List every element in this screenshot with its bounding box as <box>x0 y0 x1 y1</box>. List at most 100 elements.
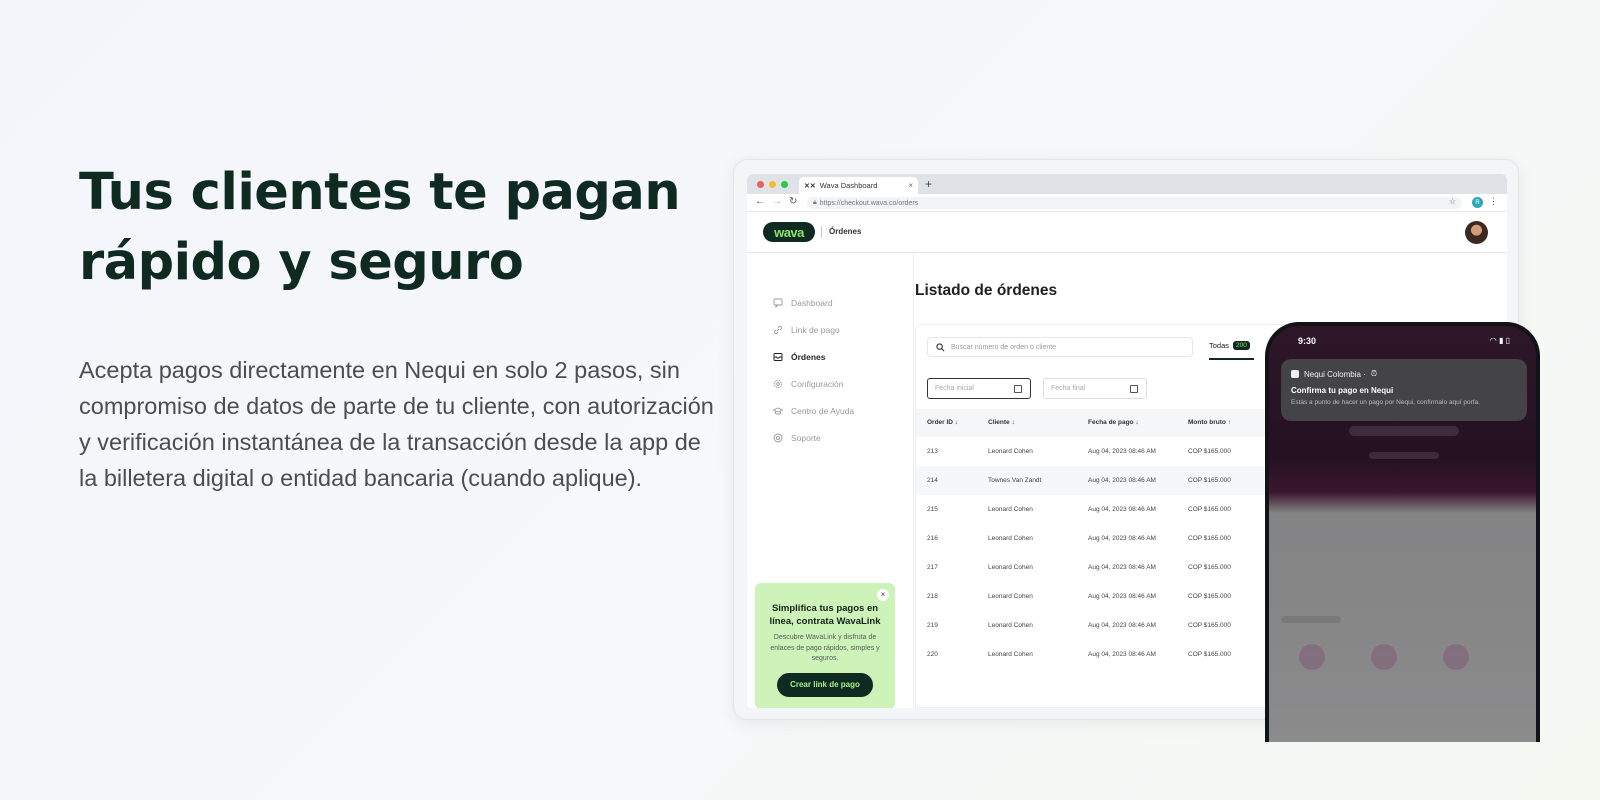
status-bar-icons: ◠ ▮ ▯ <box>1490 336 1510 345</box>
wava-favicon-icon: ✕✕ <box>804 182 816 190</box>
bookmark-star-icon[interactable]: ☆ <box>1449 197 1456 206</box>
amount-cell: COP $165.000 <box>1188 535 1231 542</box>
payment-date-cell: Aug 04, 2023 08:46 AM <box>1088 651 1156 658</box>
link-icon <box>774 325 782 335</box>
amount-cell: COP $165.000 <box>1188 477 1231 484</box>
start-date-placeholder: Fecha inicial <box>935 385 974 392</box>
client-cell: Leonard Cohen <box>988 593 1033 600</box>
back-arrow-icon[interactable]: ← <box>755 196 765 207</box>
new-tab-icon[interactable]: + <box>925 177 932 191</box>
hero-description: Acepta pagos directamente en Nequi en so… <box>79 357 714 491</box>
active-tab-indicator <box>1209 358 1254 360</box>
order-id-cell: 213 <box>927 448 938 455</box>
search-placeholder: Buscar número de orden o cliente <box>951 343 1057 351</box>
browser-tab[interactable]: ✕✕ Wava Dashboard × <box>799 177 918 194</box>
column-header-order-id[interactable]: Order ID ↓ <box>927 419 958 426</box>
end-date-field[interactable]: Fecha final <box>1043 378 1147 399</box>
phone-screen: 9:30 ◠ ▮ ▯ Nequi Colombia · ⏰︎ Confirma … <box>1269 326 1536 742</box>
search-input[interactable]: Buscar número de orden o cliente <box>927 337 1193 357</box>
client-cell: Leonard Cohen <box>988 564 1033 571</box>
signal-icon: ▮ <box>1498 336 1504 345</box>
search-icon <box>936 342 945 351</box>
column-header-monto-bruto[interactable]: Monto bruto ↑ <box>1188 419 1231 426</box>
sidebar-item-configuracion[interactable]: Configuración <box>773 379 843 389</box>
amount-cell: COP $165.000 <box>1188 593 1231 600</box>
reload-icon[interactable]: ↻ <box>789 196 797 207</box>
nequi-app-icon <box>1291 370 1299 378</box>
sidebar-item-link-de-pago[interactable]: Link de pago <box>773 325 840 335</box>
start-date-field[interactable]: Fecha inicial <box>927 378 1031 399</box>
inbox-icon <box>773 353 783 361</box>
header-divider <box>821 226 822 238</box>
sidebar-item-dashboard[interactable]: Dashboard <box>773 298 833 308</box>
order-id-cell: 218 <box>927 593 938 600</box>
client-cell: Leonard Cohen <box>988 535 1033 542</box>
client-cell: Leonard Cohen <box>988 448 1033 455</box>
browser-addressbar: ← → ↻ 🔒︎ https://checkout.wava.co/orders… <box>747 194 1507 212</box>
page-title: Listado de órdenes <box>915 282 1058 299</box>
payment-date-cell: Aug 04, 2023 08:46 AM <box>1088 506 1156 513</box>
payment-date-cell: Aug 04, 2023 08:46 AM <box>1088 535 1156 542</box>
promo-description: Descubre WavaLink y disfruta de enlaces … <box>770 634 880 662</box>
amount-cell: COP $165.000 <box>1188 448 1231 455</box>
wifi-icon: ◠ <box>1489 336 1497 345</box>
order-id-cell: 219 <box>927 622 938 629</box>
calendar-icon[interactable] <box>1130 385 1138 393</box>
order-id-cell: 216 <box>927 535 938 542</box>
browser-tab-title: Wava Dashboard <box>819 181 878 190</box>
sidebar-item-label: Dashboard <box>791 298 833 308</box>
alarm-bell-icon: ⏰︎ <box>1370 369 1378 378</box>
gear-icon <box>773 379 783 389</box>
notification-app-name: Nequi Colombia · <box>1304 369 1366 379</box>
column-header-fecha-de-pago[interactable]: Fecha de pago ↓ <box>1088 419 1139 426</box>
payment-date-cell: Aug 04, 2023 08:46 AM <box>1088 448 1156 455</box>
hero-title-line2: rápido y seguro <box>79 233 524 292</box>
phone-mockup: 9:30 ◠ ▮ ▯ Nequi Colombia · ⏰︎ Confirma … <box>1265 322 1540 742</box>
payment-date-cell: Aug 04, 2023 08:46 AM <box>1088 564 1156 571</box>
tab-todas[interactable]: Todas 200 <box>1209 341 1250 350</box>
sidebar-item-label: Configuración <box>791 379 844 389</box>
maximize-window-dot[interactable] <box>781 181 788 188</box>
amount-cell: COP $165.000 <box>1188 506 1231 513</box>
browser-tabbar: ✕✕ Wava Dashboard × + <box>747 174 1507 194</box>
close-window-dot[interactable] <box>757 181 764 188</box>
minimize-window-dot[interactable] <box>769 181 776 188</box>
lock-icon: 🔒︎ <box>813 199 817 206</box>
amount-cell: COP $165.000 <box>1188 564 1231 571</box>
client-cell: Townes Van Zandt <box>988 477 1042 484</box>
sidebar-item-label: Soporte <box>791 433 821 443</box>
sidebar-item-centro-de-ayuda[interactable]: Centro de Ayuda <box>773 406 854 416</box>
client-cell: Leonard Cohen <box>988 651 1033 658</box>
payment-date-cell: Aug 04, 2023 08:46 AM <box>1088 477 1156 484</box>
promo-close-icon[interactable]: × <box>877 589 889 601</box>
tab-close-icon[interactable]: × <box>908 181 913 190</box>
order-id-cell: 217 <box>927 564 938 571</box>
client-cell: Leonard Cohen <box>988 622 1033 629</box>
forward-arrow-icon[interactable]: → <box>772 196 782 207</box>
payment-date-cell: Aug 04, 2023 08:46 AM <box>1088 593 1156 600</box>
order-id-cell: 215 <box>927 506 938 513</box>
push-notification[interactable]: Nequi Colombia · ⏰︎ Confirma tu pago en … <box>1281 359 1527 421</box>
user-avatar[interactable] <box>1465 221 1488 244</box>
notification-app-row: Nequi Colombia · ⏰︎ <box>1291 369 1517 379</box>
sidebar-item-label: Órdenes <box>791 352 826 362</box>
hero-title-line1: Tus clientes te pagan <box>79 163 681 222</box>
wava-logo[interactable]: wava <box>763 222 815 242</box>
calendar-icon[interactable] <box>1014 385 1022 393</box>
notification-title: Confirma tu pago en Nequi <box>1291 386 1394 395</box>
browser-menu-icon[interactable]: ⋮ <box>1489 196 1498 207</box>
sidebar-item-label: Link de pago <box>791 325 840 335</box>
sidebar: Dashboard Link de pago Órdenes Configura… <box>747 253 914 708</box>
sidebar-item-ordenes[interactable]: Órdenes <box>773 352 826 362</box>
url-field[interactable]: 🔒︎ https://checkout.wava.co/orders ☆ <box>807 197 1462 209</box>
graduation-cap-icon <box>773 407 783 415</box>
payment-date-cell: Aug 04, 2023 08:46 AM <box>1088 622 1156 629</box>
order-id-cell: 214 <box>927 477 938 484</box>
header-section-title: Órdenes <box>829 227 862 236</box>
sidebar-item-soporte[interactable]: Soporte <box>773 433 821 443</box>
column-header-cliente[interactable]: Cliente ↓ <box>988 419 1015 426</box>
browser-profile-avatar[interactable]: R <box>1472 197 1483 208</box>
order-id-cell: 220 <box>927 651 938 658</box>
create-payment-link-button[interactable]: Crear link de pago <box>777 672 873 697</box>
promo-title: Simplifica tus pagos en línea, contrata … <box>769 603 881 627</box>
